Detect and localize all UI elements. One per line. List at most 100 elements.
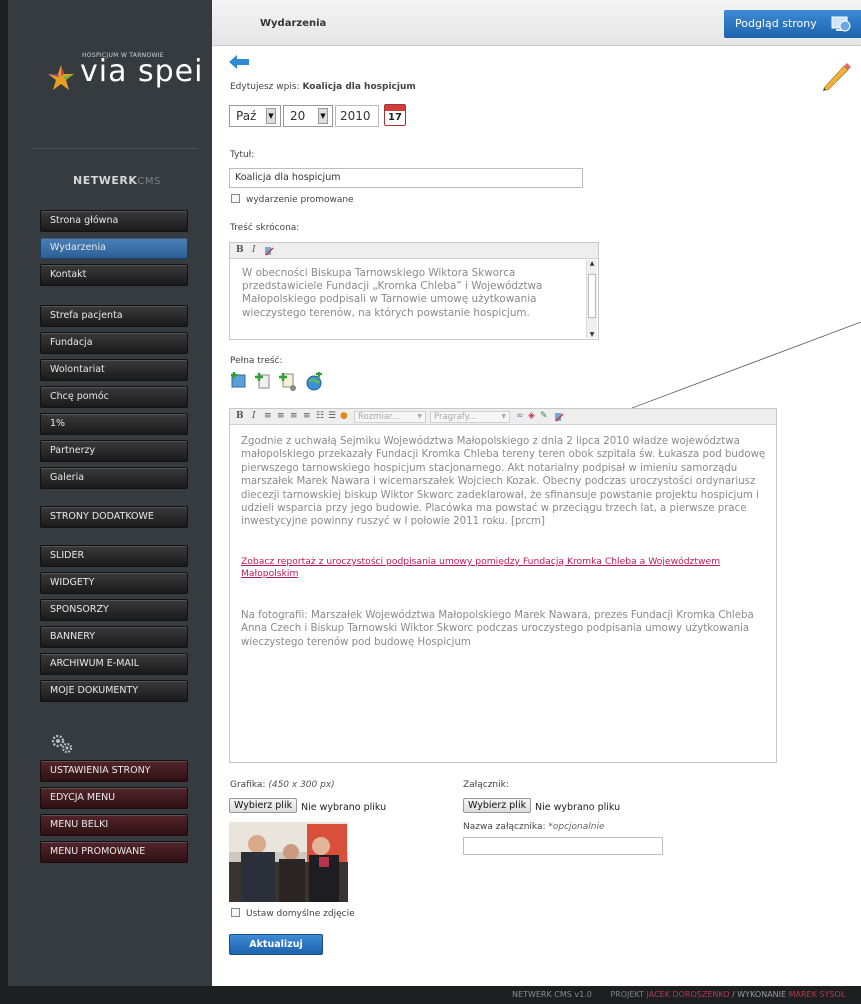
short-editor-area[interactable]: W obecności Biskupa Tarnowskiego Wiktora… (230, 259, 598, 339)
attachment-label: Załącznik: (463, 780, 509, 790)
add-link-globe-icon[interactable] (304, 372, 324, 392)
nav-kontakt[interactable]: Kontakt (40, 264, 188, 286)
paragraph-format-value: Pragrafy... (434, 412, 477, 422)
unlink-icon[interactable]: ◈ (528, 411, 535, 421)
nav-galeria[interactable]: Galeria (40, 467, 188, 489)
annotation-line (631, 321, 861, 409)
footer-impl-author[interactable]: MAREK SYSOŁ (789, 990, 846, 999)
nav-partnerzy[interactable]: Partnerzy (40, 440, 188, 462)
link-icon[interactable]: ∞ (516, 411, 524, 421)
full-content-editor[interactable]: B I ≡ ≡ ≡ ≡ ☷ ☰ ● Rozmiar... ▼ Pragrafy.… (229, 408, 777, 763)
title-label: Tytuł: (230, 150, 255, 160)
align-left-icon[interactable]: ≡ (264, 411, 273, 421)
footer-project-author[interactable]: JACEK DOROSZENKO (647, 990, 730, 999)
nav-ustawienia-strony[interactable]: USTAWIENIA STRONY (40, 760, 188, 782)
full-content-label: Pełna treść: (230, 356, 283, 366)
bold-button[interactable]: B (236, 411, 244, 421)
choose-image-button[interactable]: Wybierz plik (229, 798, 298, 813)
calendar-icon[interactable]: 17 (384, 104, 406, 126)
attachment-name-row: Nazwa załącznika: *opcjonalnie (463, 822, 605, 832)
pencil-icon (823, 63, 851, 91)
attachment-name-input[interactable] (463, 837, 663, 855)
nav-slider[interactable]: SLIDER (40, 545, 188, 567)
nav-chce-pomoc[interactable]: Chcę pomóc (40, 386, 188, 408)
month-select[interactable]: Paź ▼ (229, 105, 281, 127)
nav-strona-glowna[interactable]: Strona główna (40, 210, 188, 232)
event-photo-thumbnail (229, 822, 348, 902)
nav-fundacja[interactable]: Fundacja (40, 332, 188, 354)
unordered-list-icon[interactable]: ☰ (328, 411, 336, 421)
default-photo-checkbox[interactable] (231, 908, 240, 917)
scroll-thumb[interactable] (588, 274, 596, 318)
sidebar: HOSPICJUM W TARNOWIE via spei NETWERKCMS… (8, 0, 212, 986)
nav-sponsorzy[interactable]: SPONSORZY (40, 599, 188, 621)
align-center-icon[interactable]: ≡ (277, 411, 286, 421)
nav-menu-belki[interactable]: MENU BELKI (40, 814, 188, 836)
add-image-icon[interactable] (230, 372, 248, 390)
scroll-up-icon[interactable]: ▲ (587, 260, 597, 267)
preview-button-label: Podgląd strony (735, 17, 817, 30)
nav-moje-dokumenty[interactable]: MOJE DOKUMENTY (40, 680, 188, 702)
nav-menu-promowane[interactable]: MENU PROMOWANE (40, 841, 188, 863)
editing-title: Koalicja dla hospicjum (302, 82, 416, 92)
attachment-file-status: Nie wybrano pliku (535, 802, 621, 813)
font-size-value: Rozmiar... (358, 412, 400, 422)
via-spei-logo-icon (48, 65, 74, 90)
italic-button[interactable]: I (252, 245, 256, 255)
report-link[interactable]: Zobacz reportaż z uroczystości podpisani… (241, 556, 720, 579)
nav-wolontariat[interactable]: Wolontariat (40, 359, 188, 381)
report-link-container: Zobacz reportaż z uroczystości podpisani… (241, 556, 741, 581)
nav-wydarzenia[interactable]: Wydarzenia (40, 237, 188, 259)
chevron-down-icon: ▼ (501, 413, 506, 420)
bold-button[interactable]: B (236, 245, 244, 255)
main-content: Wydarzenia Podgląd strony Edytujesz wpis… (212, 0, 861, 986)
full-content-paragraph-1: Zgodnie z uchwałą Sejmiku Województwa Ma… (241, 436, 766, 528)
add-document-icon[interactable] (278, 372, 298, 392)
clear-format-icon[interactable] (263, 245, 275, 257)
nav-widgety[interactable]: WIDGETY (40, 572, 188, 594)
short-content-editor[interactable]: B I W obecności Biskupa Tarnowskiego Wik… (229, 242, 599, 340)
nav-strefa-pacjenta[interactable]: Strefa pacjenta (40, 305, 188, 327)
scroll-down-icon[interactable]: ▼ (587, 331, 597, 338)
image-label: Grafika: (230, 780, 266, 790)
font-size-select[interactable]: Rozmiar... ▼ (354, 411, 426, 423)
attachment-name-hint: *opcjonalnie (548, 822, 605, 832)
html-source-icon[interactable]: ✎ (540, 411, 548, 421)
nav-edycja-menu[interactable]: EDYCJA MENU (40, 787, 188, 809)
short-content-text: W obecności Biskupa Tarnowskiego Wiktora… (242, 267, 543, 319)
image-file-status: Nie wybrano pliku (301, 802, 387, 813)
clear-format-icon[interactable] (553, 411, 565, 423)
align-justify-icon[interactable]: ≡ (303, 411, 312, 421)
month-value: Paź (236, 109, 257, 123)
nav-bannery[interactable]: BANNERY (40, 626, 188, 648)
cms-logo: NETWERKCMS (73, 174, 161, 187)
ordered-list-icon[interactable]: ☷ (316, 411, 324, 421)
title-input[interactable]: Koalicja dla hospicjum (229, 168, 583, 188)
align-right-icon[interactable]: ≡ (290, 411, 299, 421)
back-arrow-icon[interactable] (229, 55, 249, 69)
nav-archiwum-email[interactable]: ARCHIWUM E-MAIL (40, 653, 188, 675)
promoted-checkbox[interactable] (231, 194, 240, 203)
year-input[interactable]: 2010 (335, 105, 379, 127)
footer: NETWERK CMS v1.0 PROJEKT JACEK DOROSZENK… (0, 986, 861, 1004)
paragraph-format-select[interactable]: Pragrafy... ▼ (430, 411, 510, 423)
year-value: 2010 (340, 109, 371, 123)
divider (32, 148, 198, 149)
italic-button[interactable]: I (252, 411, 256, 421)
choose-attachment-button[interactable]: Wybierz plik (463, 798, 532, 813)
nav-1-procent[interactable]: 1% (40, 413, 188, 435)
preview-button[interactable]: Podgląd strony (724, 10, 861, 38)
add-file-icon[interactable] (254, 372, 272, 390)
promoted-label: wydarzenie promowane (246, 195, 354, 205)
day-select[interactable]: 20 ▼ (283, 105, 333, 127)
full-editor-area[interactable]: Zgodnie z uchwałą Sejmiku Województwa Ma… (230, 425, 776, 762)
color-picker-icon[interactable]: ● (340, 411, 348, 421)
chevron-down-icon: ▼ (318, 108, 328, 124)
update-button[interactable]: Aktualizuj (229, 934, 323, 955)
image-size-hint: (450 x 300 px) (268, 780, 335, 790)
footer-credits: NETWERK CMS v1.0 PROJEKT JACEK DOROSZENK… (512, 990, 845, 999)
nav-strony-dodatkowe[interactable]: STRONY DODATKOWE (40, 506, 188, 528)
footer-impl-label: / WYKONANIE (732, 990, 787, 999)
short-content-label: Treść skrócona: (230, 223, 300, 233)
scrollbar[interactable]: ▲ ▼ (586, 260, 597, 338)
